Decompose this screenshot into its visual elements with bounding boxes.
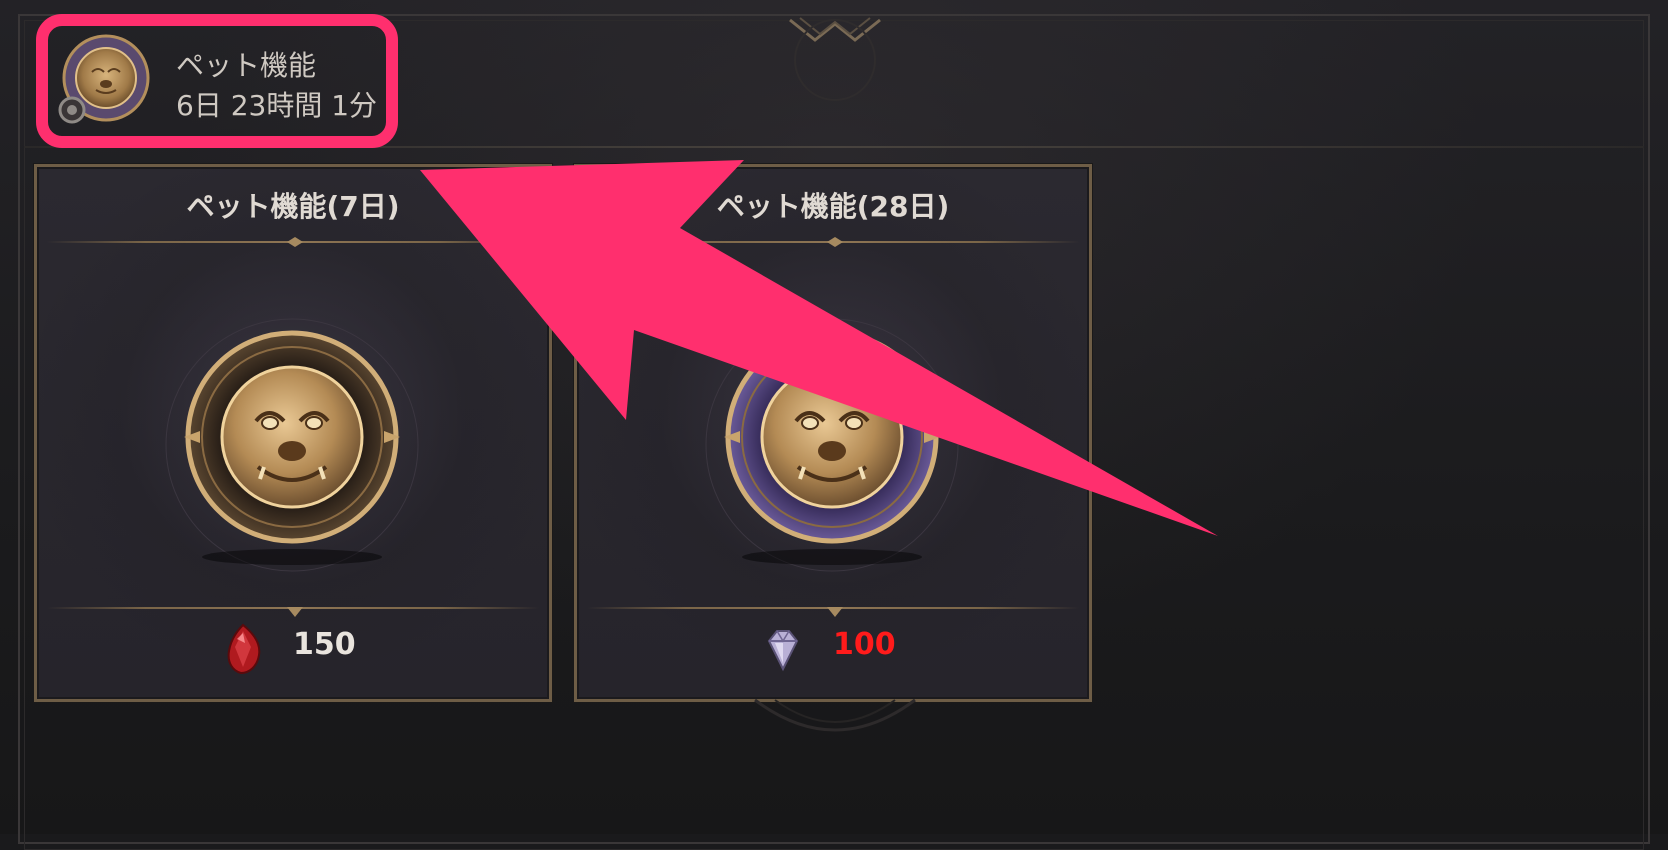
- status-pet-name: ペット機能: [176, 49, 317, 82]
- header-divider: [24, 146, 1644, 148]
- pet-medal-icon: [705, 318, 959, 572]
- pet-medal-icon: [58, 34, 150, 124]
- divider-ornament-icon: [827, 607, 843, 617]
- pet-medal-icon: [165, 318, 419, 572]
- red-gem-icon: [227, 623, 261, 675]
- active-pet-status[interactable]: ペット機能 6日 23時間 1分: [52, 30, 412, 140]
- divider-ornament-icon: [287, 607, 303, 617]
- price-value: 100: [833, 627, 896, 662]
- divider-ornament-icon: [287, 237, 303, 247]
- top-ornament-icon: [789, 17, 881, 101]
- pet-card-7-days[interactable]: ペット機能(7日) 150: [34, 164, 552, 702]
- bottom-ornament-icon: [754, 698, 916, 732]
- card-title: ペット機能(7日): [186, 190, 400, 223]
- card-title: ペット機能(28日): [716, 190, 950, 223]
- pet-card-28-days[interactable]: ペット機能(28日) 100: [574, 164, 1092, 702]
- status-remaining-time: 6日 23時間 1分: [176, 89, 378, 122]
- card-price: 150: [37, 617, 549, 677]
- price-value: 150: [293, 627, 356, 662]
- card-price: 100: [577, 617, 1089, 677]
- purple-diamond-icon: [767, 630, 799, 672]
- pet-shop-panel: ペット機能 6日 23時間 1分 ペット機能(7日) 150 ペット機能(28日…: [0, 0, 1668, 850]
- divider-ornament-icon: [827, 237, 843, 247]
